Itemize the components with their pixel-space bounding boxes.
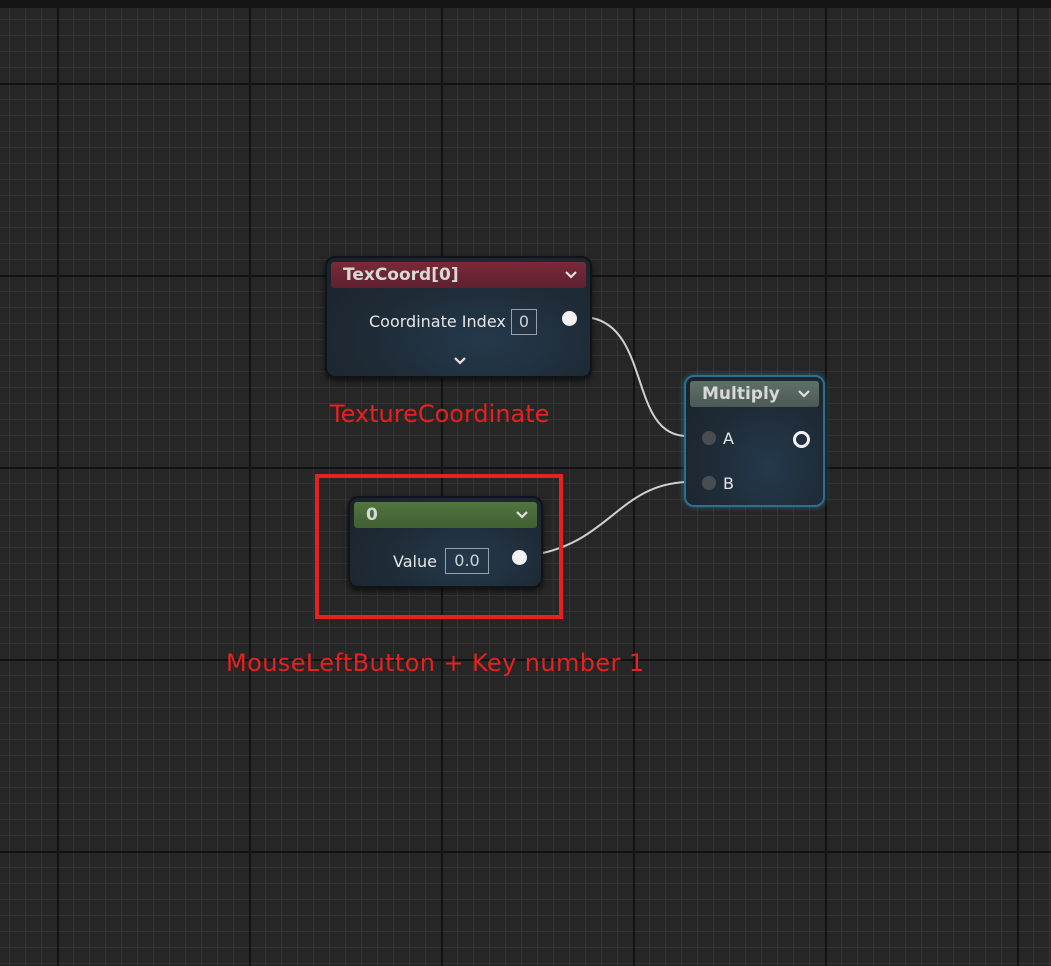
- constant-caption: MouseLeftButton + Key number 1: [226, 649, 645, 677]
- multiply-input-b-pin[interactable]: [702, 476, 716, 490]
- multiply-node-header[interactable]: Multiply: [690, 381, 819, 407]
- chevron-down-icon[interactable]: [564, 268, 578, 282]
- texcoord-node-title: TexCoord[0]: [343, 265, 459, 285]
- top-toolbar-edge: [0, 0, 1051, 8]
- multiply-node-title: Multiply: [702, 384, 780, 404]
- chevron-down-icon[interactable]: [797, 387, 811, 401]
- texcoord-output-pin[interactable]: [562, 311, 577, 326]
- multiply-node[interactable]: Multiply A B: [684, 375, 825, 507]
- texcoord-caption: TextureCoordinate: [330, 400, 550, 428]
- highlight-box: [315, 474, 563, 619]
- multiply-input-b-label: B: [723, 474, 734, 493]
- multiply-input-a-label: A: [723, 429, 734, 448]
- texcoord-node[interactable]: TexCoord[0] Coordinate Index 0: [325, 256, 592, 378]
- wire-texcoord-to-multiply-a: [591, 317, 687, 437]
- coordinate-index-label: Coordinate Index: [369, 312, 506, 331]
- multiply-input-a-pin[interactable]: [702, 431, 716, 445]
- expand-chevron-icon[interactable]: [453, 356, 467, 366]
- coordinate-index-field[interactable]: 0: [511, 309, 537, 335]
- multiply-output-pin[interactable]: [793, 431, 810, 448]
- texcoord-node-header[interactable]: TexCoord[0]: [331, 262, 586, 288]
